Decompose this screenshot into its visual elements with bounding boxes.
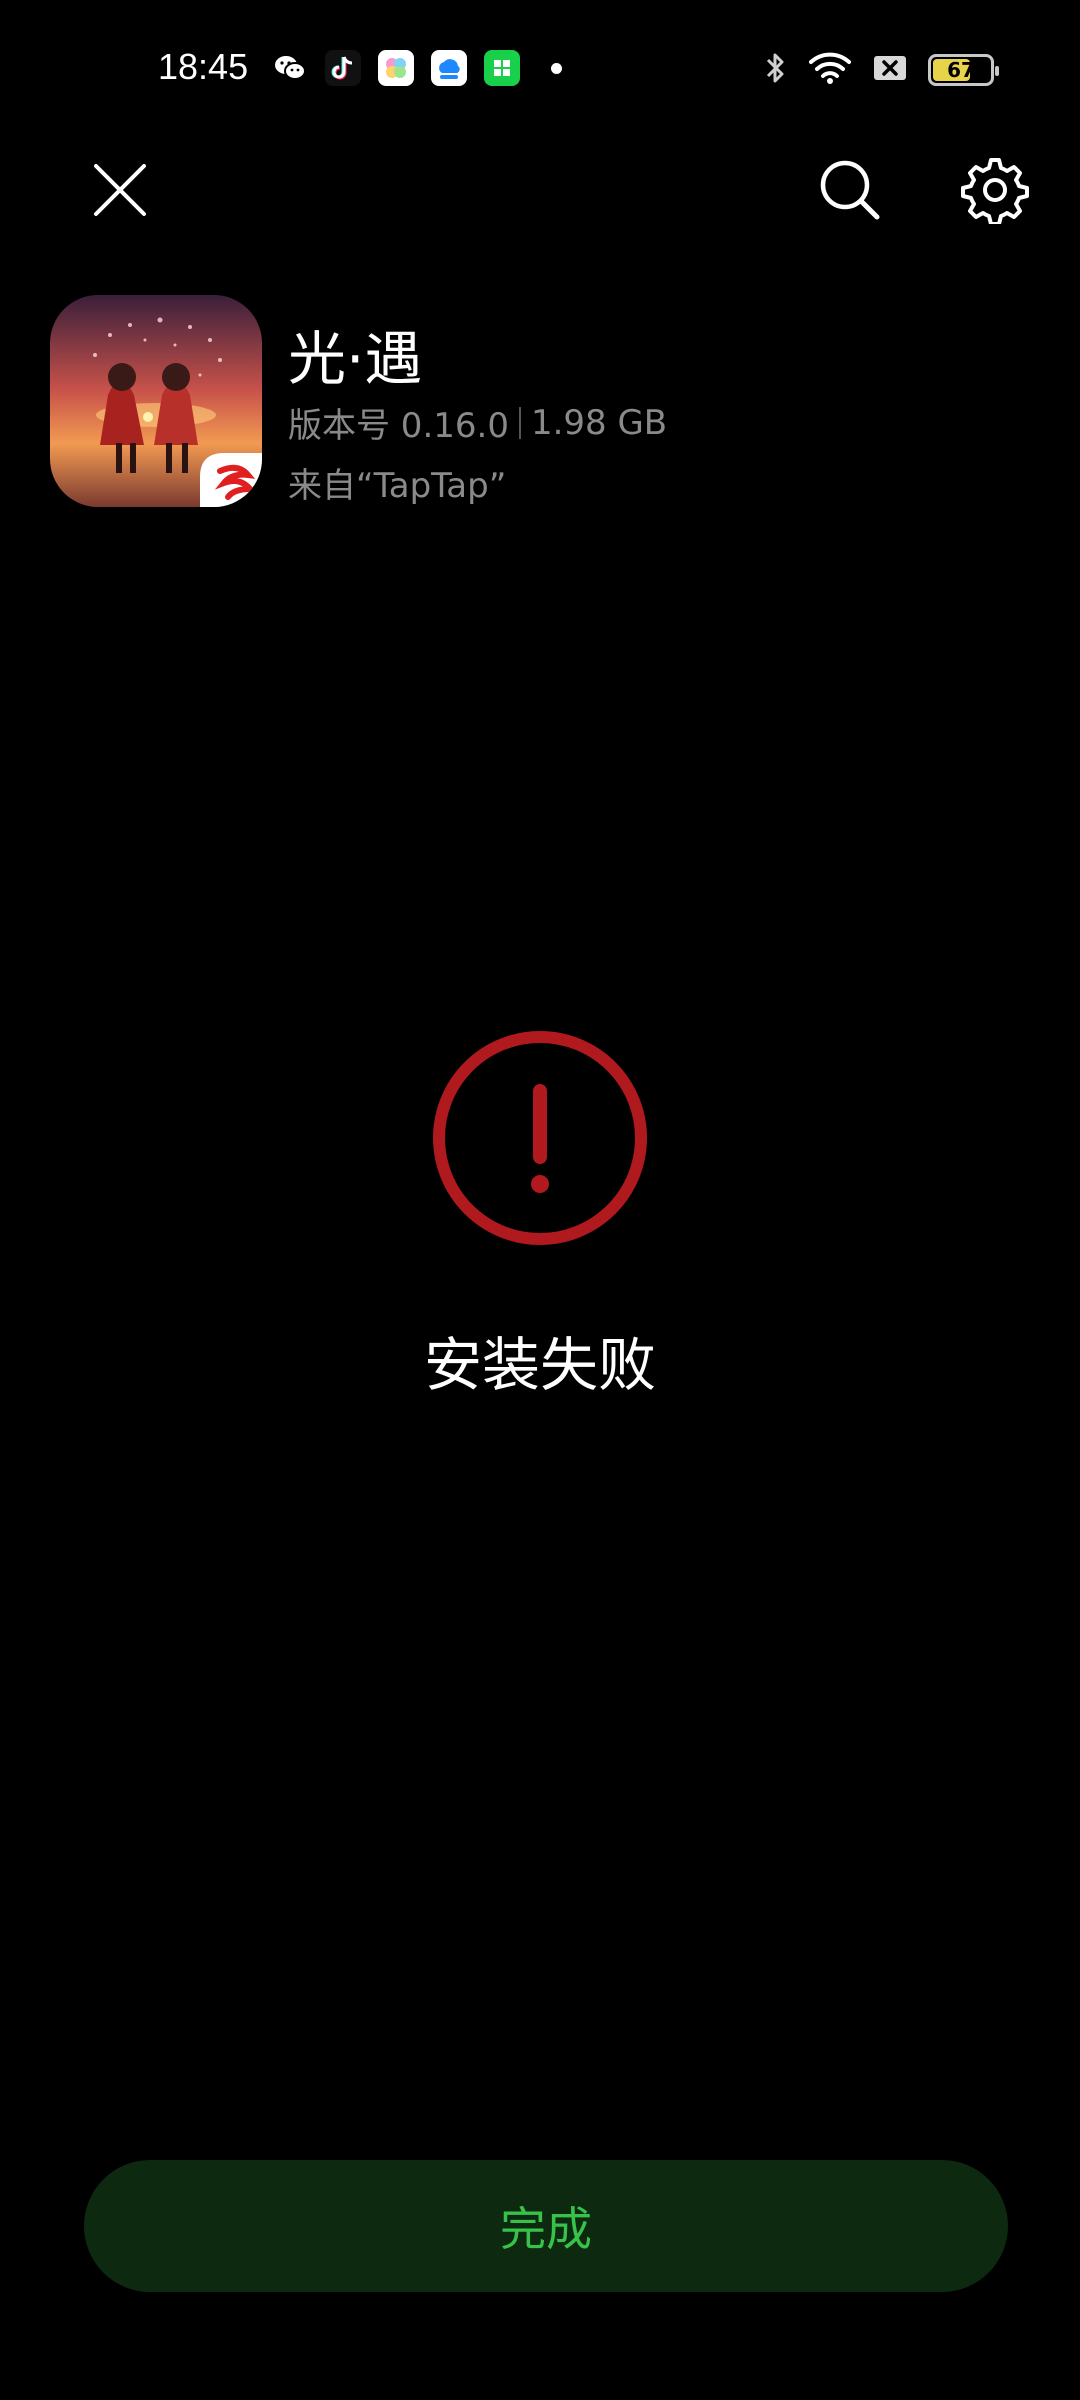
app-source: 来自“TapTap” — [288, 466, 507, 506]
system-icons: 67 — [762, 50, 999, 90]
search-icon — [820, 160, 880, 220]
store-app-icon — [484, 50, 520, 86]
error-icon — [430, 1028, 650, 1248]
app-size: 1.98 GB — [530, 402, 668, 443]
more-notifications-dot — [551, 62, 562, 74]
status-time: 18:45 — [158, 46, 249, 87]
bluetooth-icon — [762, 50, 788, 90]
cloud-app-icon — [431, 50, 467, 86]
tiktok-icon — [325, 50, 361, 86]
app-name: 光·遇 — [288, 325, 423, 393]
close-button[interactable] — [80, 150, 160, 230]
done-button[interactable]: 完成 — [84, 2160, 1008, 2292]
no-sim-icon — [872, 52, 908, 88]
app-meta: 版本号 0.16.0 1.98 GB — [288, 398, 667, 447]
close-icon — [94, 164, 146, 216]
battery-indicator: 67 — [928, 54, 999, 86]
app-version: 版本号 0.16.0 — [288, 406, 509, 446]
install-status-title: 安装失败 — [423, 1331, 656, 1399]
notification-icons — [272, 50, 562, 86]
gear-icon — [961, 158, 1029, 224]
status-bar: 18:45 67 — [0, 0, 1080, 140]
photo-app-icon — [378, 50, 414, 86]
search-button[interactable] — [810, 150, 890, 230]
settings-button[interactable] — [955, 150, 1035, 230]
meta-divider — [518, 406, 521, 439]
app-icon — [50, 295, 262, 507]
wifi-icon — [808, 50, 852, 90]
wechat-icon — [272, 50, 308, 86]
battery-level-text: 67 — [947, 58, 975, 82]
installer-screen: 18:45 67 光·遇 版本号 0.16.0 1.98 GB 来自“TapTa… — [0, 0, 1080, 2400]
